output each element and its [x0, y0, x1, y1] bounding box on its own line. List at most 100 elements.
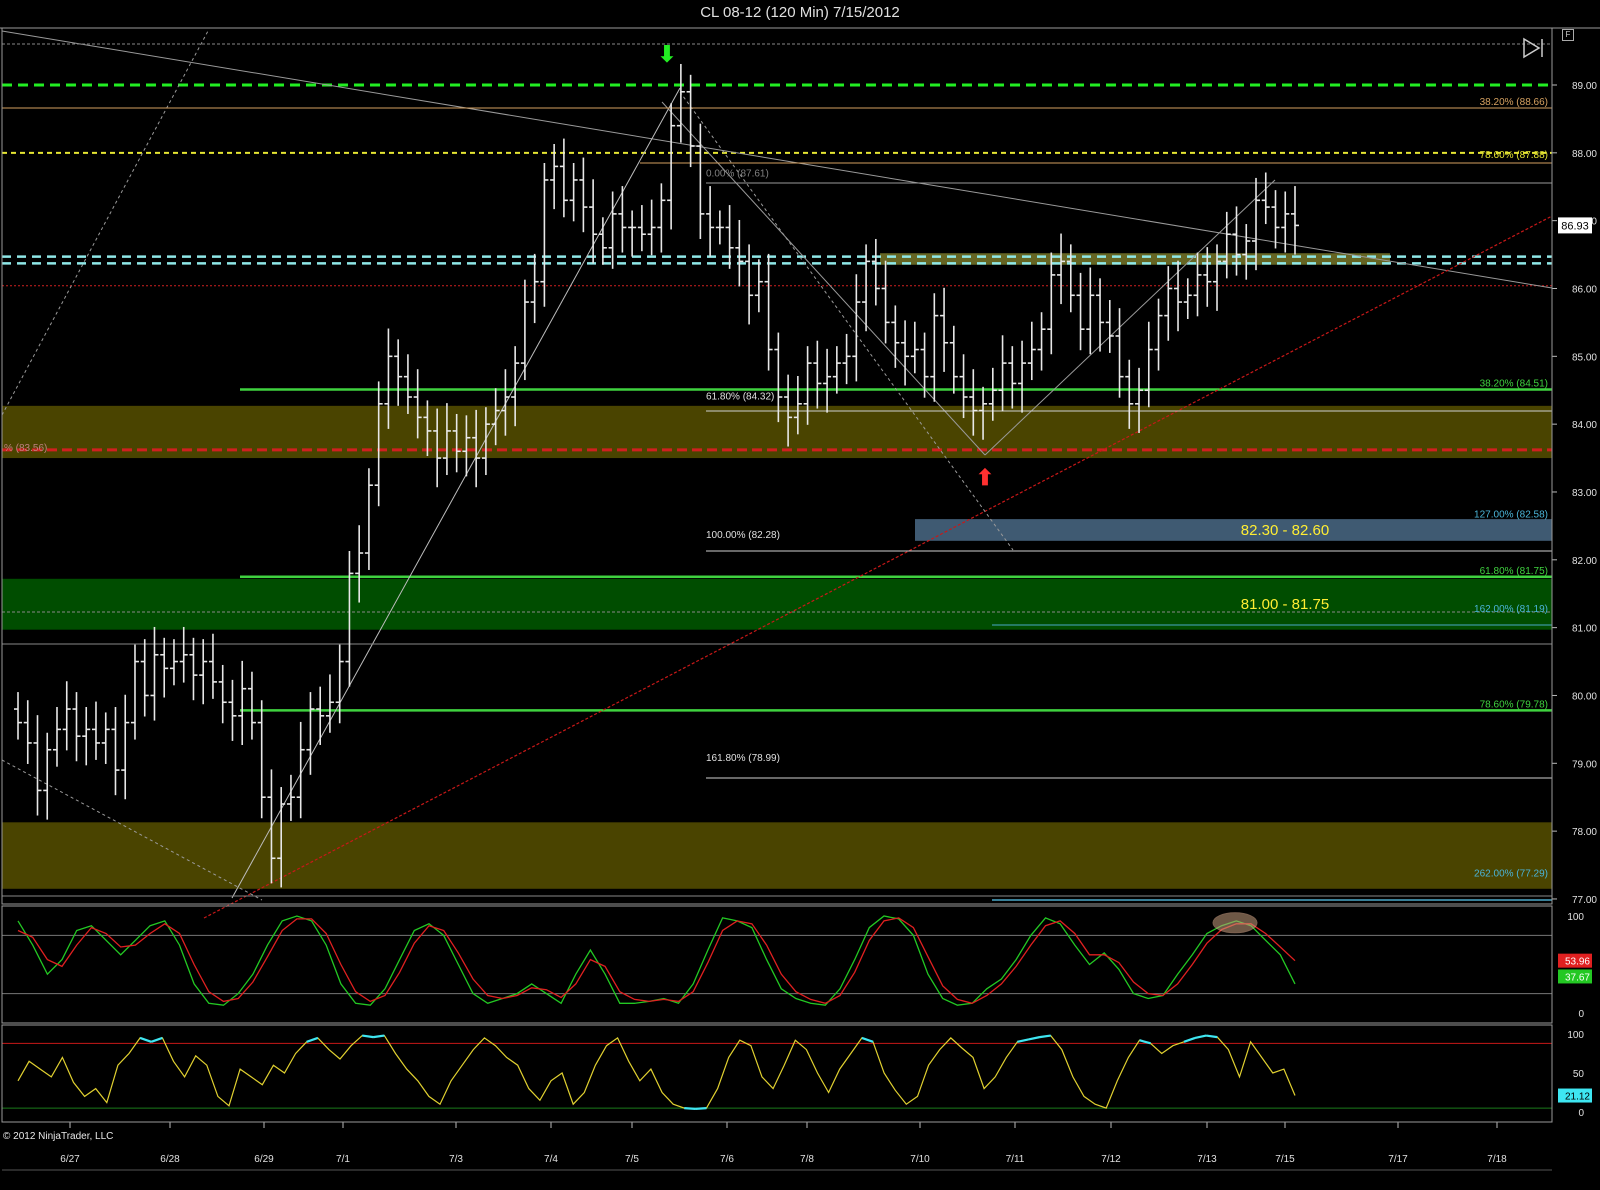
y-tick-label: 88.00 [1572, 149, 1597, 160]
price-bar [764, 253, 773, 371]
price-bar [247, 671, 256, 740]
price-bar [91, 701, 100, 760]
price-bar [82, 707, 91, 766]
y-tick-label: 79.00 [1572, 759, 1597, 770]
price-bar [130, 644, 139, 740]
osc-extreme-segment [362, 1034, 374, 1039]
price-bar [296, 721, 305, 819]
osc-tick-label: 0 [1578, 1108, 1584, 1119]
price-bar [1154, 298, 1163, 371]
osc-extreme-segment [861, 1036, 874, 1043]
osc-extreme-segment [1206, 1034, 1218, 1039]
x-tick-label: 7/17 [1388, 1154, 1408, 1165]
price-bar [871, 238, 880, 306]
stoch-series-line [17, 917, 1296, 1004]
highlight-ellipse [1212, 912, 1258, 934]
price-bar [1291, 186, 1299, 255]
price-bar [111, 707, 120, 796]
price-bar [1086, 267, 1095, 355]
price-bar [725, 205, 734, 269]
y-tick-label: 80.00 [1572, 691, 1597, 702]
y-tick-label: 83.00 [1572, 488, 1597, 499]
osc-extreme-segment [1194, 1034, 1207, 1039]
price-bar [43, 732, 52, 820]
stoch-tick-label: 0 [1578, 1009, 1584, 1020]
price-zone [2, 822, 1552, 889]
stoch-readout-label: 53.96 [1565, 957, 1590, 968]
buy-arrow-icon: ⬆ [976, 465, 994, 490]
price-bar [842, 333, 851, 385]
price-bar [121, 694, 130, 800]
y-tick-label: 86.00 [1572, 284, 1597, 295]
fib-label: 61.80% (84.32) [706, 391, 774, 402]
price-bar [998, 335, 1007, 412]
x-tick-label: 7/15 [1275, 1154, 1295, 1165]
price-bar [169, 639, 178, 686]
osc-extreme-segment [373, 1034, 385, 1039]
price-bar [238, 660, 247, 745]
fib-label: 262.00% (77.29) [1474, 868, 1548, 879]
last-price-label: 86.93 [1561, 220, 1589, 232]
price-bar [1232, 206, 1241, 276]
x-tick-label: 7/13 [1197, 1154, 1217, 1165]
stoch-readout-label: 37.67 [1565, 972, 1590, 983]
price-bar [160, 637, 169, 698]
y-tick-label: 78.00 [1572, 827, 1597, 838]
price-bar [150, 626, 159, 721]
price-bar [715, 210, 724, 245]
price-bar [218, 664, 227, 724]
copyright-notice: © 2012 NinjaTrader, LLC [3, 1131, 114, 1142]
price-bar [286, 774, 295, 821]
price-bar [1183, 278, 1192, 320]
price-bar [306, 692, 315, 775]
fib-label: 38.20% (88.66) [1480, 97, 1548, 108]
price-bar [72, 692, 81, 762]
price-bar [1174, 260, 1183, 332]
chart-options-button[interactable]: F [1562, 29, 1574, 41]
price-bar [745, 244, 754, 325]
trend-line [679, 91, 1014, 551]
stoch-tick-label: 100 [1567, 912, 1584, 923]
price-zone [915, 519, 1552, 541]
price-bar [179, 626, 188, 683]
trend-line [203, 215, 1553, 919]
price-bar [364, 468, 373, 570]
price-bar [667, 103, 676, 230]
x-tick-label: 7/8 [800, 1154, 814, 1165]
price-bar [1222, 211, 1231, 279]
zone-label: 81.00 - 81.75 [1241, 596, 1329, 613]
price-bar [1164, 266, 1173, 341]
price-bar [949, 325, 958, 394]
price-bar [891, 305, 900, 368]
osc-series-line [17, 1034, 1296, 1110]
x-tick-label: 7/11 [1006, 1154, 1025, 1165]
price-bar [394, 339, 403, 406]
osc-tick-label: 50 [1573, 1069, 1585, 1080]
price-bar [520, 279, 529, 381]
price-bar [920, 332, 929, 398]
price-bar [403, 354, 412, 414]
fib-label: 0.00% (87.61) [706, 168, 769, 179]
price-bar [62, 681, 71, 751]
price-bar [1018, 340, 1027, 413]
price-bar [647, 199, 656, 256]
price-bar [559, 138, 568, 218]
chart-canvas[interactable]: 81.00 - 81.75 82.30 - 82.60 38.20% (88.66)… [0, 0, 1600, 1190]
y-tick-label: 89.00 [1572, 81, 1597, 92]
price-bar [637, 205, 646, 252]
price-bar [735, 219, 744, 287]
osc-readout-label: 21.12 [1565, 1092, 1590, 1103]
x-tick-label: 7/18 [1487, 1154, 1507, 1165]
osc-extreme-segment [1017, 1038, 1029, 1043]
scroll-to-end-icon[interactable] [1521, 36, 1545, 60]
osc-extreme-segment [1028, 1036, 1040, 1041]
price-bar [1027, 321, 1036, 381]
osc-extreme-segment [1183, 1036, 1196, 1043]
x-tick-label: 7/4 [544, 1154, 558, 1165]
price-bar [940, 287, 949, 372]
price-bar [628, 210, 637, 257]
fib-label: 61.80% (81.75) [1480, 566, 1548, 577]
price-bar [1105, 300, 1114, 353]
y-tick-label: 82.00 [1572, 556, 1597, 567]
price-bar [852, 274, 861, 382]
